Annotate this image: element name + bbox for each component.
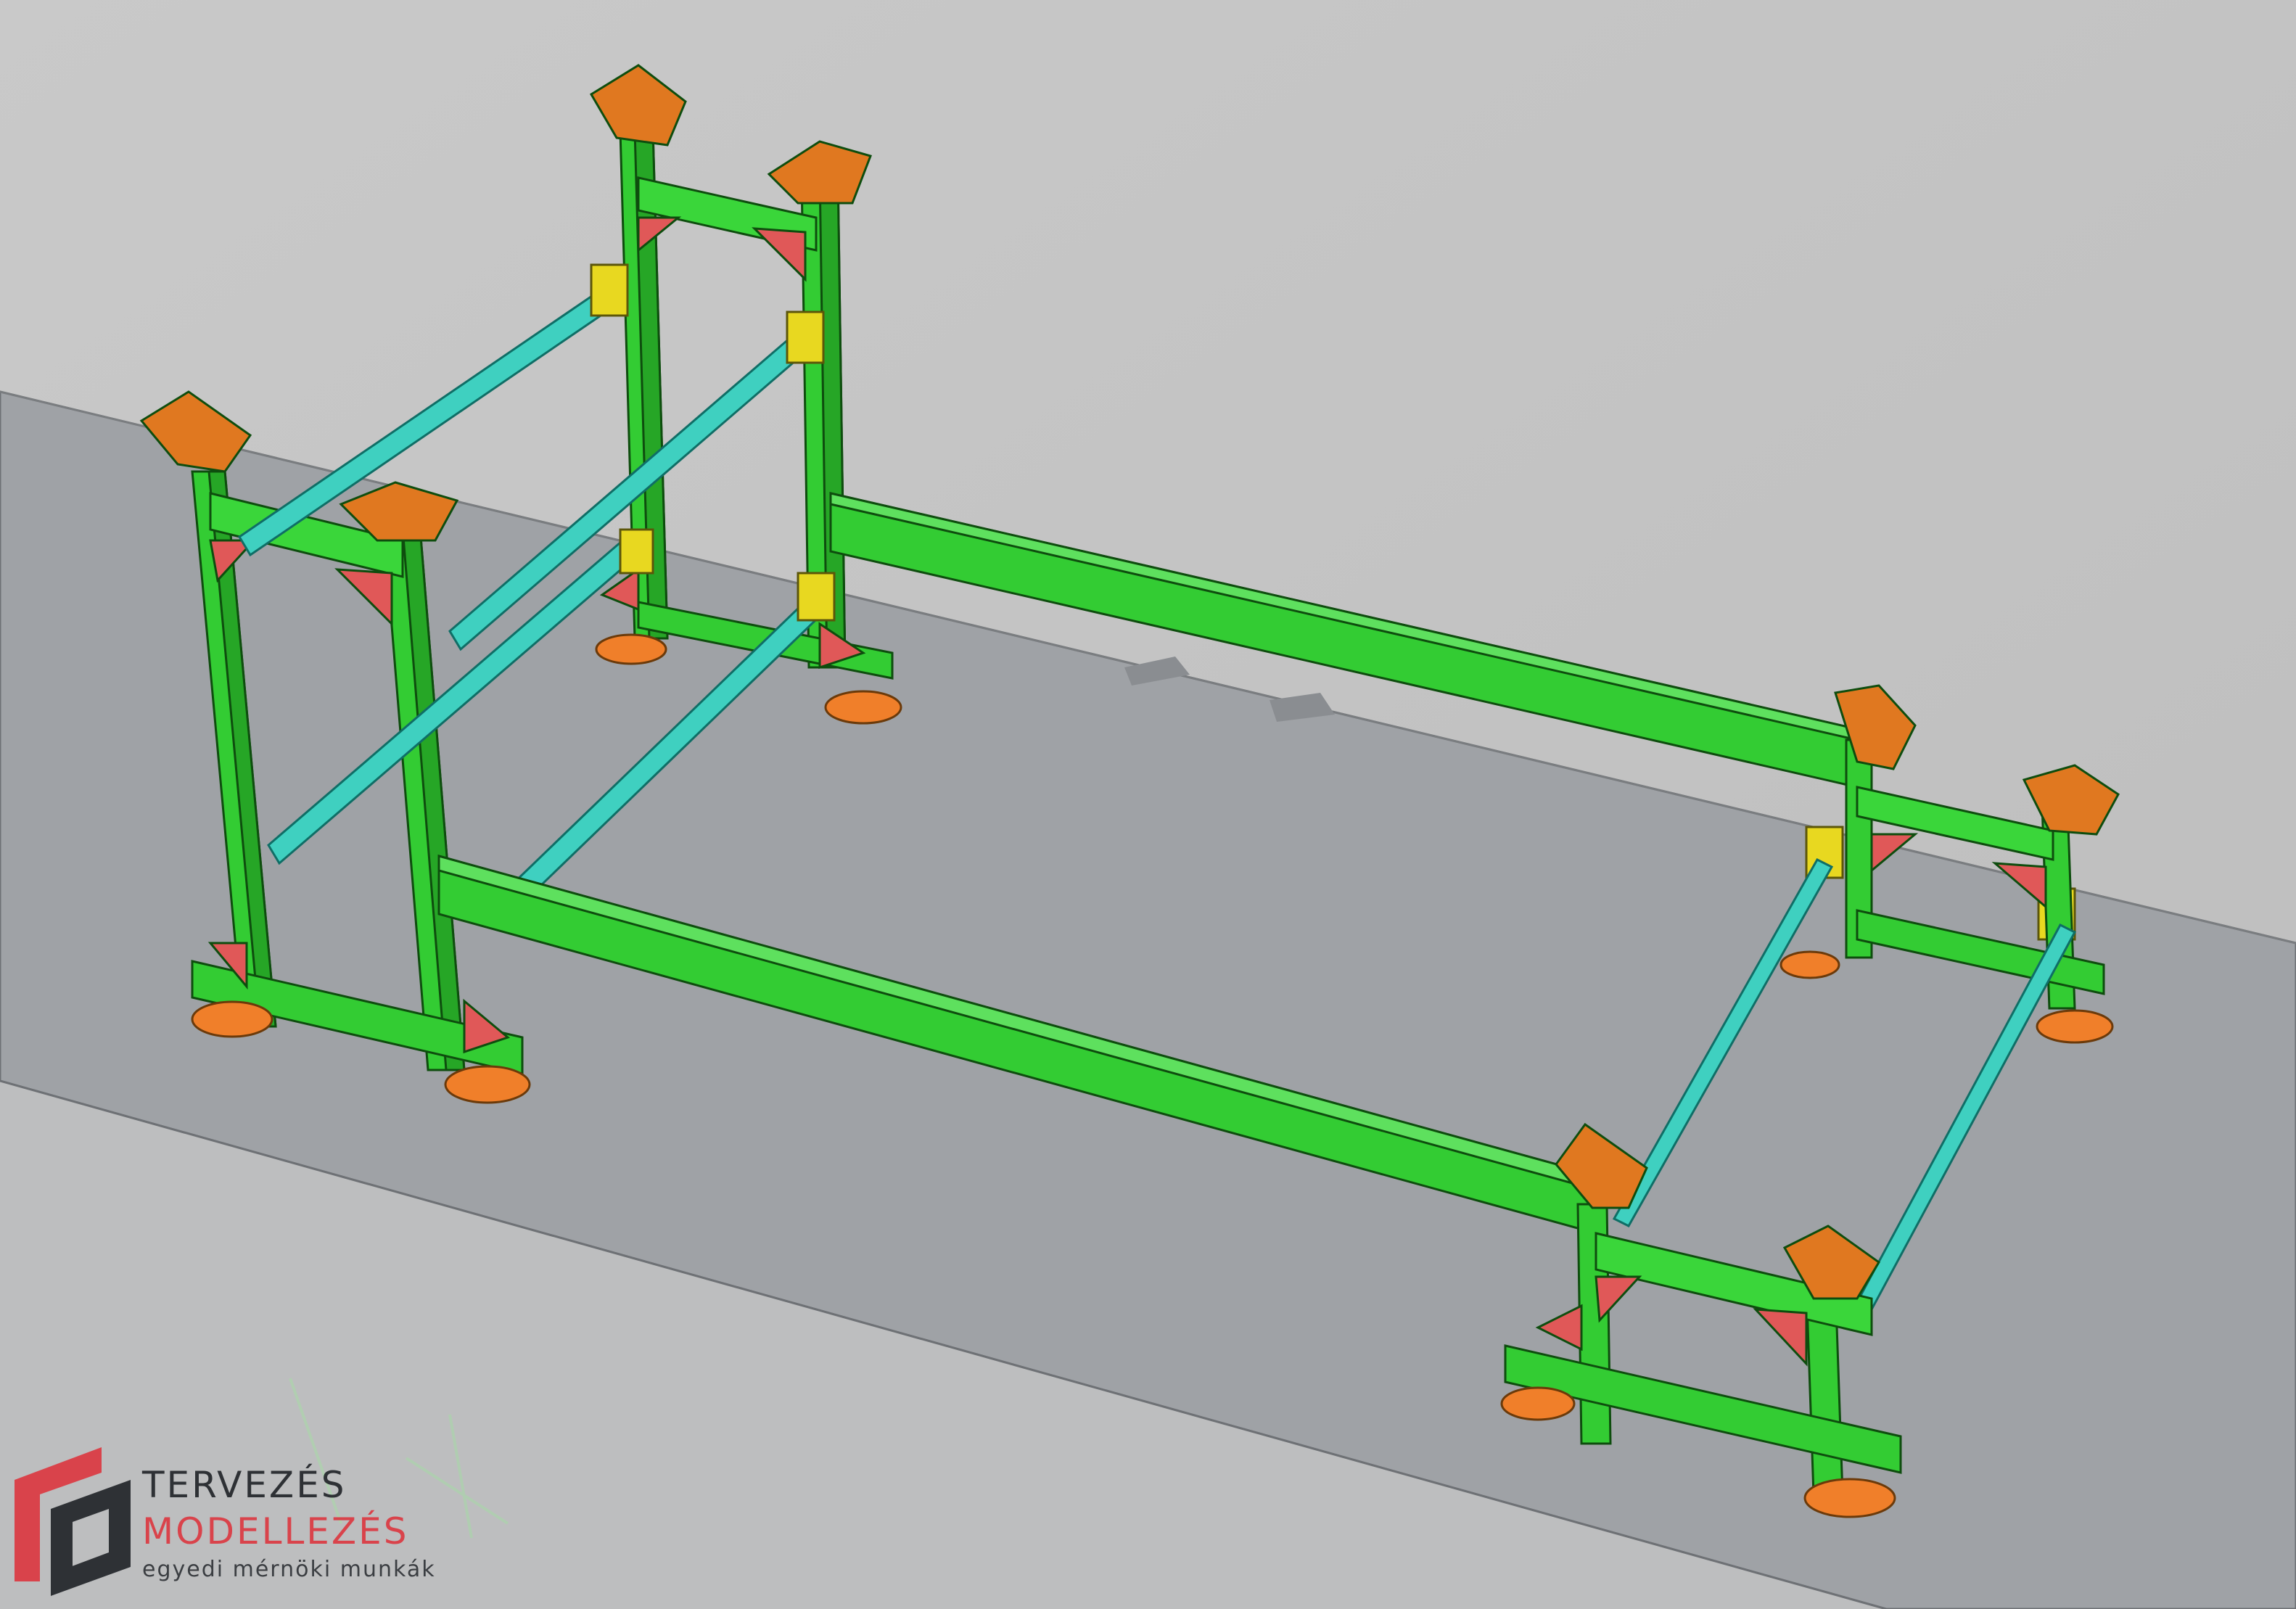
logo-tagline: egyedi mérnöki munkák — [142, 1557, 436, 1582]
logo-title: TERVEZÉS — [142, 1464, 347, 1506]
logo-subtitle: MODELLEZÉS — [142, 1510, 409, 1552]
cad-3d-scene — [0, 0, 2296, 1609]
